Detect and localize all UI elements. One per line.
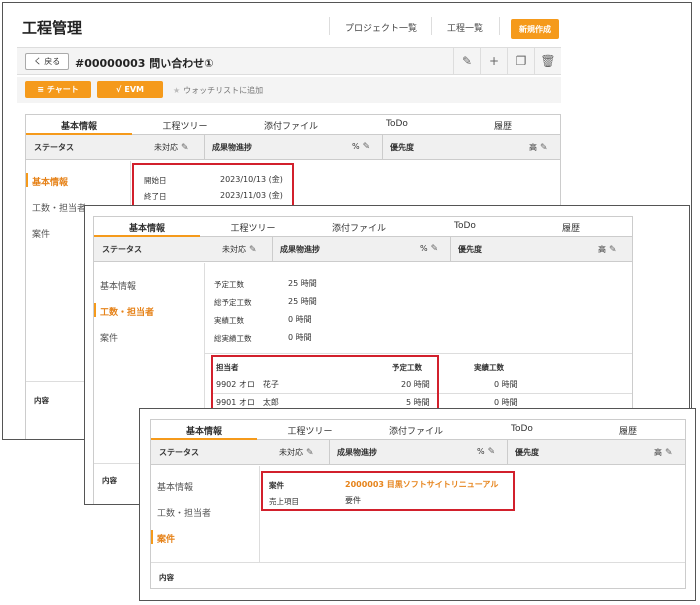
tab-basic-info[interactable]: 基本情報 <box>26 119 132 132</box>
sidenav-basic-info[interactable]: 基本情報 <box>32 175 68 188</box>
pencil-icon: ✎ <box>540 143 548 153</box>
total-planned-value: 25 時間 <box>288 297 317 306</box>
pencil-icon: ✎ <box>249 245 257 255</box>
issue-title: #00000003 問い合わせ① <box>75 57 214 70</box>
pencil-icon: ✎ <box>362 142 371 152</box>
add-icon[interactable]: + <box>480 48 507 74</box>
window-project: 基本情報 工程ツリー 添付ファイル ToDo 履歴 ステータス 未対応 ✎ 成果物… <box>139 408 696 601</box>
tab-todo[interactable]: ToDo <box>469 424 575 434</box>
trash-icon[interactable]: 🗑 <box>534 48 561 74</box>
tab-basic-info[interactable]: 基本情報 <box>151 424 257 437</box>
toolbar: く 戻る #00000003 問い合わせ① ✎ + ❐ 🗑 <box>17 47 561 75</box>
priority-value[interactable]: 高 ✎ <box>598 244 617 255</box>
new-button[interactable]: 新規作成 <box>511 19 559 39</box>
tab-bar: 基本情報 工程ツリー 添付ファイル ToDo 履歴 <box>151 420 685 440</box>
total-planned-label: 総予定工数 <box>214 298 252 307</box>
sidenav-project[interactable]: 案件 <box>157 532 175 545</box>
evm-icon: √ <box>116 85 122 94</box>
planned-effort-label: 予定工数 <box>214 280 244 289</box>
progress-value[interactable]: % ✎ <box>420 244 438 254</box>
priority-value[interactable]: 高 ✎ <box>654 447 673 458</box>
priority-label: 優先度 <box>458 245 482 254</box>
nav-process-list[interactable]: 工程一覧 <box>447 21 483 34</box>
pencil-icon: ✎ <box>306 448 314 458</box>
priority-label: 優先度 <box>390 143 414 152</box>
assignee-actual: 0 時間 <box>494 398 518 407</box>
detail-panel: 基本情報 工程ツリー 添付ファイル ToDo 履歴 ステータス 未対応 ✎ 成果物… <box>150 419 686 589</box>
pencil-icon: ✎ <box>181 143 189 153</box>
status-label: ステータス <box>102 245 142 254</box>
sidenav-basic-info[interactable]: 基本情報 <box>157 480 193 493</box>
priority-label: 優先度 <box>515 448 539 457</box>
action-bar: ≡ チャート √ EVM ★ ウォッチリストに追加 <box>17 77 561 103</box>
highlight-box <box>211 355 439 411</box>
sidenav-effort[interactable]: 工数・担当者 <box>100 305 154 318</box>
watchlist-add[interactable]: ★ ウォッチリストに追加 <box>173 85 263 96</box>
tab-todo[interactable]: ToDo <box>344 119 450 129</box>
progress-value[interactable]: % ✎ <box>477 447 495 457</box>
total-actual-value: 0 時間 <box>288 333 312 342</box>
tab-attachments[interactable]: 添付ファイル <box>238 119 344 132</box>
nav-divider <box>329 17 330 35</box>
copy-icon[interactable]: ❐ <box>507 48 534 74</box>
nav-divider <box>431 17 432 35</box>
progress-label: 成果物進捗 <box>280 245 320 254</box>
tab-process-tree[interactable]: 工程ツリー <box>132 119 238 132</box>
highlight-box <box>261 471 515 511</box>
status-label: ステータス <box>34 143 74 152</box>
sidenav-effort[interactable]: 工数・担当者 <box>32 201 86 214</box>
content-label: 内容 <box>159 573 174 582</box>
nav-divider <box>499 17 500 35</box>
status-value[interactable]: 未対応 ✎ <box>279 447 314 458</box>
tab-attachments[interactable]: 添付ファイル <box>306 221 412 234</box>
back-button[interactable]: く 戻る <box>25 53 69 70</box>
actual-effort-value: 0 時間 <box>288 315 312 324</box>
progress-label: 成果物進捗 <box>212 143 252 152</box>
nav-project-list[interactable]: プロジェクト一覧 <box>345 21 417 34</box>
pencil-icon: ✎ <box>609 245 617 255</box>
status-label: ステータス <box>159 448 199 457</box>
tab-bar: 基本情報 工程ツリー 添付ファイル ToDo 履歴 <box>94 217 632 237</box>
edit-icon[interactable]: ✎ <box>453 48 480 74</box>
tab-history[interactable]: 履歴 <box>575 424 681 437</box>
status-row: ステータス 未対応 ✎ 成果物進捗 % ✎ 優先度 高 ✎ <box>151 440 685 465</box>
status-row: ステータス 未対応 ✎ 成果物進捗 % ✎ 優先度 高 ✎ <box>94 237 632 262</box>
app-title: 工程管理 <box>22 19 83 37</box>
sidenav-basic-info[interactable]: 基本情報 <box>100 279 136 292</box>
content-label: 内容 <box>102 476 117 485</box>
tab-attachments[interactable]: 添付ファイル <box>363 424 469 437</box>
planned-effort-value: 25 時間 <box>288 279 317 288</box>
status-row: ステータス 未対応 ✎ 成果物進捗 % ✎ 優先度 高 ✎ <box>26 135 560 160</box>
evm-button[interactable]: √ EVM <box>97 81 163 98</box>
chart-button[interactable]: ≡ チャート <box>25 81 91 98</box>
progress-value[interactable]: % ✎ <box>352 142 370 152</box>
tab-bar: 基本情報 工程ツリー 添付ファイル ToDo 履歴 <box>26 115 560 135</box>
tab-process-tree[interactable]: 工程ツリー <box>200 221 306 234</box>
total-actual-label: 総実績工数 <box>214 334 252 343</box>
content-label: 内容 <box>34 396 49 405</box>
tab-process-tree[interactable]: 工程ツリー <box>257 424 363 437</box>
pencil-icon: ✎ <box>430 244 439 254</box>
priority-value[interactable]: 高 ✎ <box>529 142 548 153</box>
chart-icon: ≡ <box>37 85 44 94</box>
tab-todo[interactable]: ToDo <box>412 221 518 231</box>
sidenav-project[interactable]: 案件 <box>100 331 118 344</box>
tab-history[interactable]: 履歴 <box>518 221 624 234</box>
status-value[interactable]: 未対応 ✎ <box>154 142 189 153</box>
actual-effort-label: 実績工数 <box>214 316 244 325</box>
tab-basic-info[interactable]: 基本情報 <box>94 221 200 234</box>
tab-history[interactable]: 履歴 <box>450 119 556 132</box>
sidenav-project[interactable]: 案件 <box>32 227 50 240</box>
sidenav-effort[interactable]: 工数・担当者 <box>157 506 211 519</box>
progress-label: 成果物進捗 <box>337 448 377 457</box>
star-icon: ★ <box>173 86 181 95</box>
assignee-actual: 0 時間 <box>494 380 518 389</box>
pencil-icon: ✎ <box>487 447 496 457</box>
highlight-box <box>132 163 294 207</box>
pencil-icon: ✎ <box>665 448 673 458</box>
status-value[interactable]: 未対応 ✎ <box>222 244 257 255</box>
actual-header: 実績工数 <box>474 363 504 372</box>
